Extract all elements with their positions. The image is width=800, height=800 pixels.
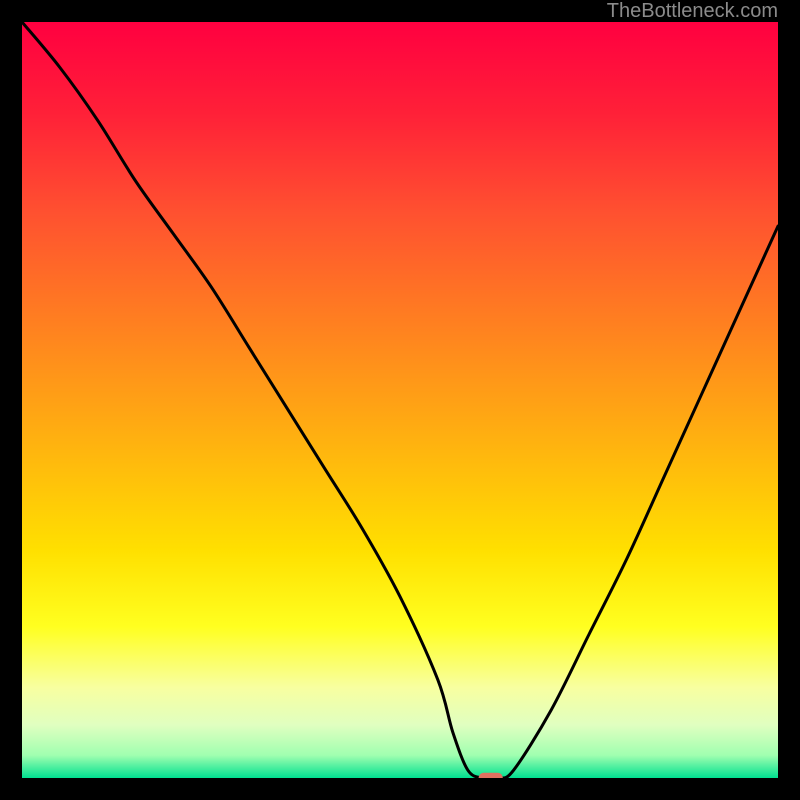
- chart-svg: [22, 22, 778, 778]
- watermark-text: TheBottleneck.com: [607, 0, 778, 23]
- optimal-marker: [479, 773, 503, 778]
- plot-background: [22, 22, 778, 778]
- bottleneck-chart: [22, 22, 778, 778]
